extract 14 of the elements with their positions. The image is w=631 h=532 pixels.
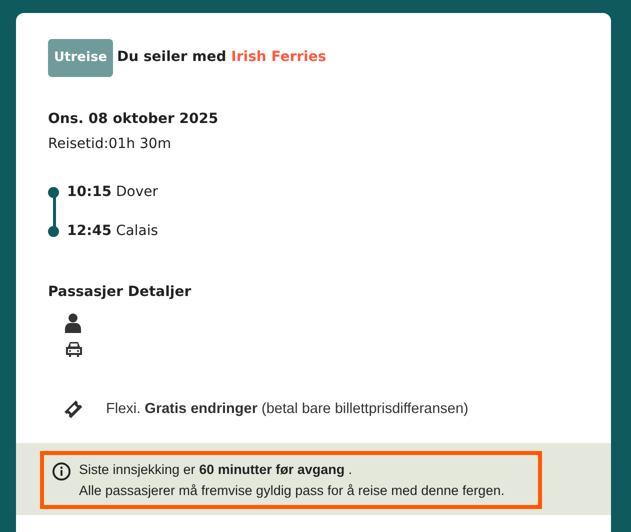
- section-title: Passasjer Detaljer: [48, 282, 192, 302]
- direction-badge: Utreise: [48, 39, 114, 76]
- notice-text: Siste innsjekking er 60 minutter før avgang .: [79, 461, 354, 480]
- stop-text: 12:45 Calais: [67, 222, 158, 241]
- sailing-title: Du seiler med Irish Ferries: [117, 48, 326, 68]
- info-icon: [52, 462, 71, 482]
- departure-date: Ons. 08 oktober 2025: [48, 110, 218, 128]
- stop-text: 10:15 Dover: [67, 183, 158, 202]
- car-icon: [65, 340, 83, 357]
- ticket-icon: [64, 400, 82, 418]
- notice-text: Alle passasjerer må fremvise gyldig pass for å reise med denne fergen.: [79, 482, 504, 500]
- fare-text: Flexi. Gratis endringer (betal bare billettprisdifferansen): [106, 400, 468, 418]
- travel-time: Reisetid:01h 30m: [48, 134, 172, 154]
- person-icon: [65, 312, 81, 333]
